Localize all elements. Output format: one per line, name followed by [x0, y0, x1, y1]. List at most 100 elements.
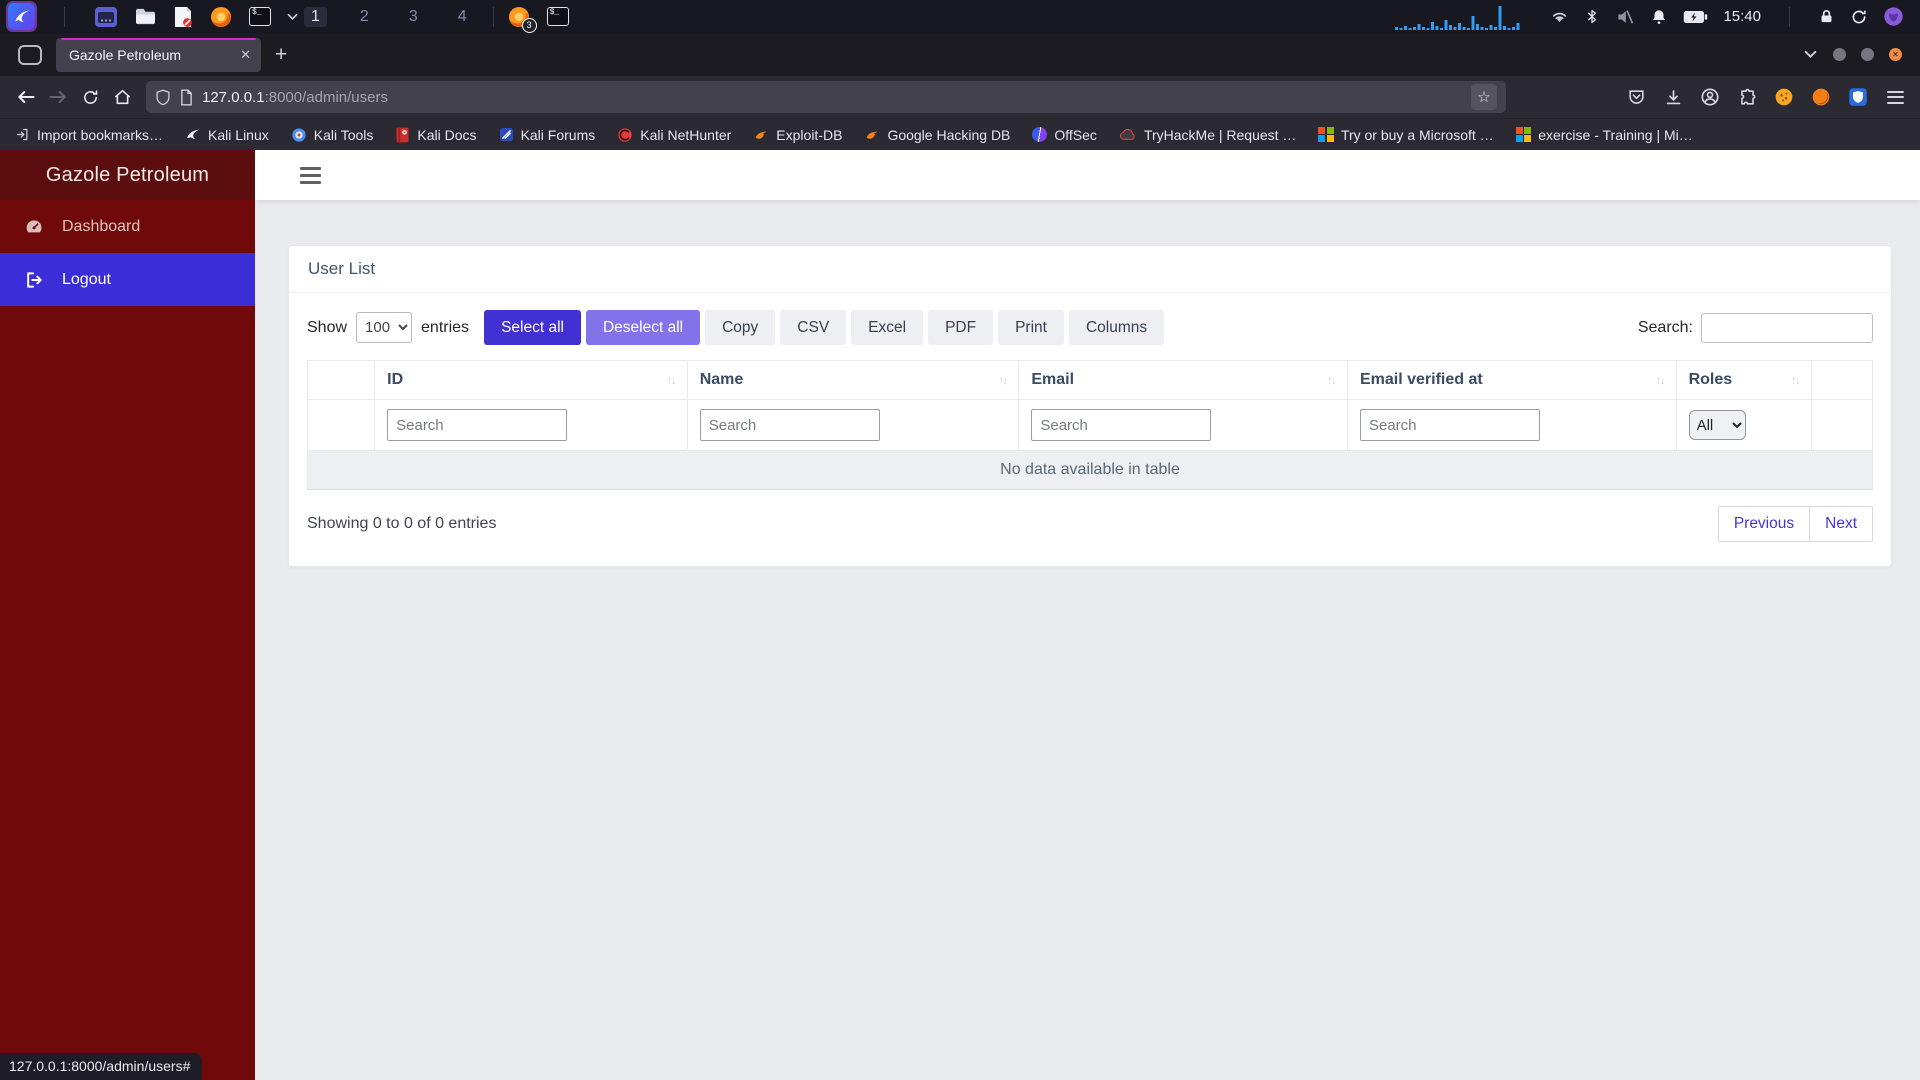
- firefox-window-button[interactable]: 3: [507, 5, 537, 33]
- bookmark-item[interactable]: Import bookmarks…: [4, 127, 174, 143]
- deselect-all-button[interactable]: Deselect all: [585, 310, 701, 345]
- bookmark-item[interactable]: Kali Forums: [488, 127, 607, 143]
- column-email-verified-at[interactable]: Email verified at ↑↓: [1346, 360, 1677, 400]
- extension-foxyproxy-icon[interactable]: [1806, 82, 1836, 112]
- bookmark-item[interactable]: Exploit-DB: [742, 127, 853, 143]
- csv-button[interactable]: CSV: [780, 310, 847, 345]
- new-tab-button[interactable]: +: [275, 44, 287, 65]
- workspace-4[interactable]: 4: [451, 7, 474, 27]
- bookmark-item[interactable]: TryHackMe | Request …: [1108, 127, 1308, 143]
- bookmark-label: Kali Forums: [520, 126, 596, 143]
- empty-table-row: No data available in table: [307, 450, 1873, 490]
- terminal-window-button[interactable]: $_: [546, 7, 569, 26]
- pocket-icon[interactable]: [1621, 82, 1651, 112]
- datatable-toolbar: Show 100 entries Select all Deselect all…: [307, 310, 1873, 345]
- filter-email-verified-input[interactable]: [1359, 409, 1540, 441]
- user-list-card: User List Show 100 entries Select all De…: [288, 245, 1892, 567]
- bookmark-item[interactable]: exercise - Training | Mi…: [1505, 127, 1704, 143]
- global-search-input[interactable]: [1701, 312, 1873, 343]
- column-roles[interactable]: Roles ↑↓: [1675, 360, 1812, 400]
- url-path: :8000/admin/users: [264, 88, 388, 106]
- back-button[interactable]: [10, 82, 42, 112]
- downloads-icon[interactable]: [1658, 82, 1688, 112]
- user-shield-icon[interactable]: [1883, 6, 1904, 27]
- previous-page-button[interactable]: Previous: [1718, 507, 1810, 541]
- sidebar-toggle-hamburger-icon[interactable]: [300, 166, 321, 184]
- clock[interactable]: 15:40: [1723, 8, 1761, 25]
- sidebar-item-dashboard[interactable]: Dashboard: [0, 200, 255, 253]
- kali-menu-button[interactable]: [8, 3, 35, 30]
- cpu-graph-widget[interactable]: [1385, 4, 1535, 30]
- roles-filter-select[interactable]: All: [1688, 410, 1746, 440]
- print-button[interactable]: Print: [998, 310, 1064, 345]
- browser-tab[interactable]: Gazole Petroleum ✕: [56, 37, 261, 72]
- workspace-2[interactable]: 2: [353, 7, 376, 27]
- extension-bitwarden-icon[interactable]: [1843, 82, 1873, 112]
- pdf-button[interactable]: PDF: [928, 310, 994, 345]
- bookmark-item[interactable]: OffSec: [1021, 127, 1108, 143]
- bookmark-item[interactable]: Kali Docs: [384, 127, 487, 143]
- sidebar-brand[interactable]: Gazole Petroleum: [0, 150, 255, 200]
- window-maximize-button[interactable]: [1861, 48, 1874, 61]
- session-restart-icon[interactable]: [1850, 8, 1868, 26]
- file-manager-icon[interactable]: [134, 7, 157, 26]
- list-all-tabs-chevron-icon[interactable]: [1804, 50, 1817, 59]
- app-window-icon[interactable]: [94, 6, 118, 28]
- page-size-select[interactable]: 100: [356, 312, 413, 343]
- copy-button[interactable]: Copy: [705, 310, 776, 345]
- column-name[interactable]: Name ↑↓: [686, 360, 1020, 400]
- firefox-view-icon[interactable]: [18, 44, 42, 65]
- account-icon[interactable]: [1695, 82, 1725, 112]
- tab-title: Gazole Petroleum: [69, 46, 182, 63]
- firefox-launcher-icon[interactable]: [209, 5, 233, 29]
- reload-button[interactable]: [74, 82, 106, 112]
- notification-bell-icon[interactable]: [1650, 8, 1668, 26]
- taskbar-separator: [1789, 6, 1790, 27]
- bookmark-item[interactable]: Kali Linux: [174, 127, 280, 143]
- sidebar-item-logout[interactable]: Logout: [0, 253, 255, 306]
- url-bar[interactable]: 127.0.0.1:8000/admin/users ☆: [146, 81, 1506, 113]
- home-button[interactable]: [106, 82, 138, 112]
- excel-button[interactable]: Excel: [851, 310, 924, 345]
- workspace-1[interactable]: 1: [304, 6, 327, 27]
- tracking-protection-shield-icon[interactable]: [155, 89, 171, 106]
- page-info-icon[interactable]: [179, 88, 194, 106]
- import-bookmarks-icon: [16, 128, 28, 141]
- microsoft-logo-icon: [1318, 126, 1334, 143]
- extensions-puzzle-icon[interactable]: [1732, 82, 1762, 112]
- bookmark-item[interactable]: Google Hacking DB: [853, 127, 1021, 143]
- launcher-chevron-down-icon[interactable]: [287, 13, 298, 21]
- terminal-launcher-icon[interactable]: $_: [249, 7, 271, 26]
- browser-tab-bar: Gazole Petroleum ✕ + ✕: [0, 33, 1920, 76]
- bookmark-item[interactable]: Try or buy a Microsoft …: [1307, 127, 1504, 143]
- main-area: User List Show 100 entries Select all De…: [255, 150, 1920, 1080]
- columns-button[interactable]: Columns: [1068, 310, 1165, 345]
- text-editor-icon[interactable]: [173, 6, 193, 28]
- bookmark-item[interactable]: Kali Tools: [280, 127, 385, 143]
- filter-id-input[interactable]: [387, 409, 568, 441]
- column-id[interactable]: ID ↑↓: [374, 360, 688, 400]
- table-filter-row: All: [306, 399, 1874, 451]
- bookmark-label: TryHackMe | Request …: [1143, 126, 1297, 143]
- extension-cookie-icon[interactable]: [1769, 82, 1799, 112]
- bookmark-star-icon[interactable]: ☆: [1471, 84, 1497, 110]
- lock-screen-icon[interactable]: [1818, 8, 1835, 25]
- filter-email-input[interactable]: [1031, 409, 1212, 441]
- column-email[interactable]: Email ↑↓: [1018, 360, 1348, 400]
- filter-name-input[interactable]: [699, 409, 880, 441]
- bookmark-item[interactable]: Kali NetHunter: [606, 127, 742, 143]
- window-close-button[interactable]: ✕: [1889, 48, 1902, 61]
- forward-button[interactable]: [42, 82, 74, 112]
- window-minimize-button[interactable]: [1833, 48, 1846, 61]
- active-tab-indicator: [61, 37, 256, 40]
- menu-hamburger-icon[interactable]: [1880, 82, 1910, 112]
- wifi-icon[interactable]: [1550, 7, 1569, 26]
- battery-charging-icon[interactable]: [1683, 10, 1708, 24]
- next-page-button[interactable]: Next: [1809, 507, 1872, 541]
- bluetooth-icon[interactable]: [1584, 8, 1600, 25]
- kali-linux-icon: [187, 129, 200, 139]
- workspace-3[interactable]: 3: [402, 7, 425, 27]
- select-all-button[interactable]: Select all: [484, 310, 581, 345]
- audio-muted-icon[interactable]: [1615, 7, 1635, 27]
- tab-close-icon[interactable]: ✕: [240, 47, 251, 63]
